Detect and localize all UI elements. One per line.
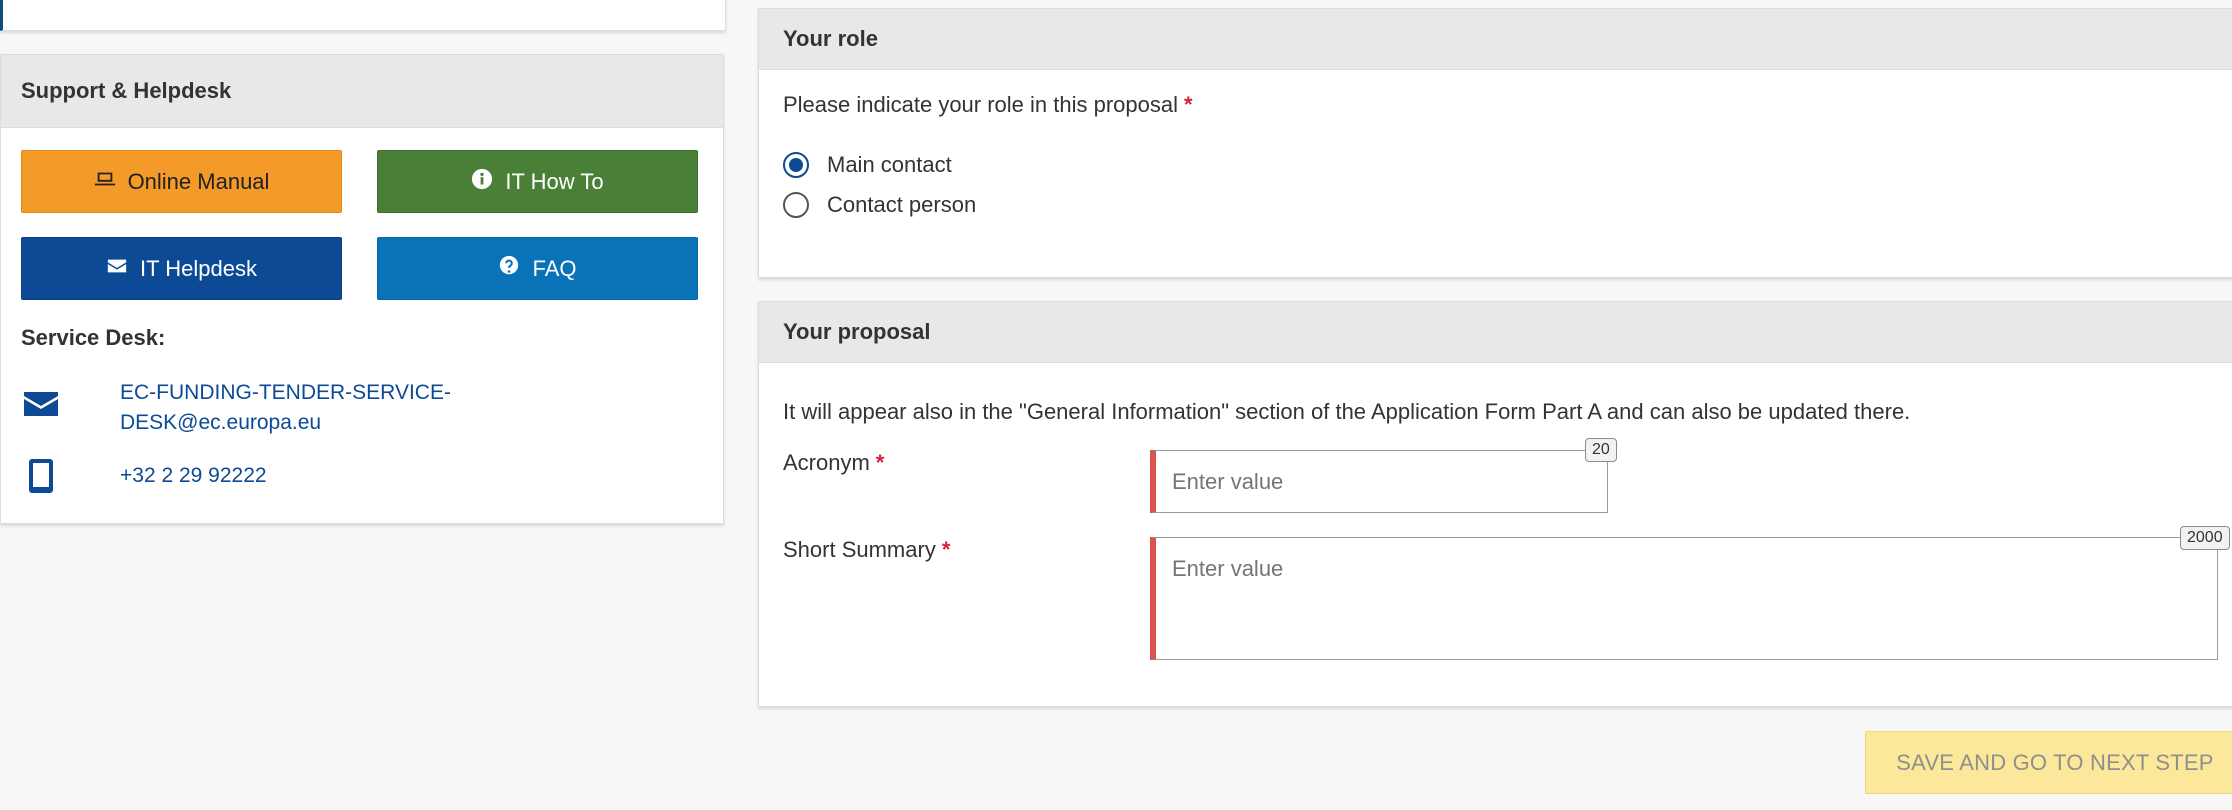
save-and-next-button[interactable]: SAVE AND GO TO NEXT STEP — [1865, 731, 2232, 794]
radio-main-contact[interactable]: Main contact — [783, 152, 952, 178]
your-proposal-panel: Your proposal It will appear also in the… — [758, 301, 2232, 707]
required-mark: * — [941, 537, 951, 562]
service-desk-title: Service Desk: — [21, 325, 166, 350]
your-role-title: Your role — [759, 9, 2232, 70]
email-line-2: DESK@ec.europa.eu — [120, 411, 322, 434]
short-summary-label: Short Summary * — [783, 537, 950, 563]
acronym-label-text: Acronym — [783, 450, 870, 475]
your-role-panel: Your role Please indicate your role in t… — [758, 8, 2232, 278]
online-manual-button[interactable]: Online Manual — [21, 150, 342, 213]
support-panel: Support & Helpdesk Online Manual IT How … — [0, 54, 724, 524]
proposal-note: It will appear also in the "General Info… — [783, 399, 1911, 424]
required-mark: * — [875, 450, 885, 475]
short-summary-textarea[interactable] — [1150, 537, 2218, 660]
previous-panel-bottom — [0, 0, 726, 31]
faq-button[interactable]: FAQ — [377, 237, 698, 300]
radio-button-checked[interactable] — [783, 152, 809, 178]
radio-contact-person-label: Contact person — [827, 192, 977, 217]
required-mark: * — [1184, 92, 1193, 117]
short-summary-label-text: Short Summary — [783, 537, 936, 562]
mobile-phone-icon — [21, 459, 61, 493]
envelope-icon — [21, 390, 61, 418]
question-icon — [498, 255, 520, 283]
acronym-input[interactable] — [1150, 450, 1608, 513]
radio-contact-person[interactable]: Contact person — [783, 192, 976, 218]
role-prompt-text: Please indicate your role in this propos… — [783, 92, 1179, 117]
envelope-icon — [106, 255, 128, 283]
phone-contact-row — [21, 459, 61, 493]
email-contact-row — [21, 390, 61, 418]
your-proposal-title: Your proposal — [759, 302, 2232, 363]
it-helpdesk-label: IT Helpdesk — [140, 255, 257, 281]
service-desk-email[interactable]: EC-FUNDING-TENDER-SERVICE- DESK@ec.europ… — [120, 378, 451, 438]
it-how-to-button[interactable]: IT How To — [377, 150, 698, 213]
service-desk-phone[interactable]: +32 2 29 92222 — [120, 461, 267, 491]
it-helpdesk-button[interactable]: IT Helpdesk — [21, 237, 342, 300]
email-line-1: EC-FUNDING-TENDER-SERVICE- — [120, 381, 451, 404]
it-how-to-label: IT How To — [505, 168, 604, 194]
info-icon — [471, 168, 493, 196]
short-summary-char-limit: 2000 — [2180, 526, 2230, 550]
role-prompt: Please indicate your role in this propos… — [783, 92, 1193, 118]
radio-main-contact-label: Main contact — [827, 152, 952, 177]
acronym-char-limit: 20 — [1585, 438, 1617, 462]
support-panel-title: Support & Helpdesk — [1, 55, 723, 128]
radio-button[interactable] — [783, 192, 809, 218]
online-manual-label: Online Manual — [127, 168, 270, 194]
faq-label: FAQ — [532, 255, 577, 281]
acronym-label: Acronym * — [783, 450, 884, 476]
laptop-icon — [94, 168, 116, 196]
